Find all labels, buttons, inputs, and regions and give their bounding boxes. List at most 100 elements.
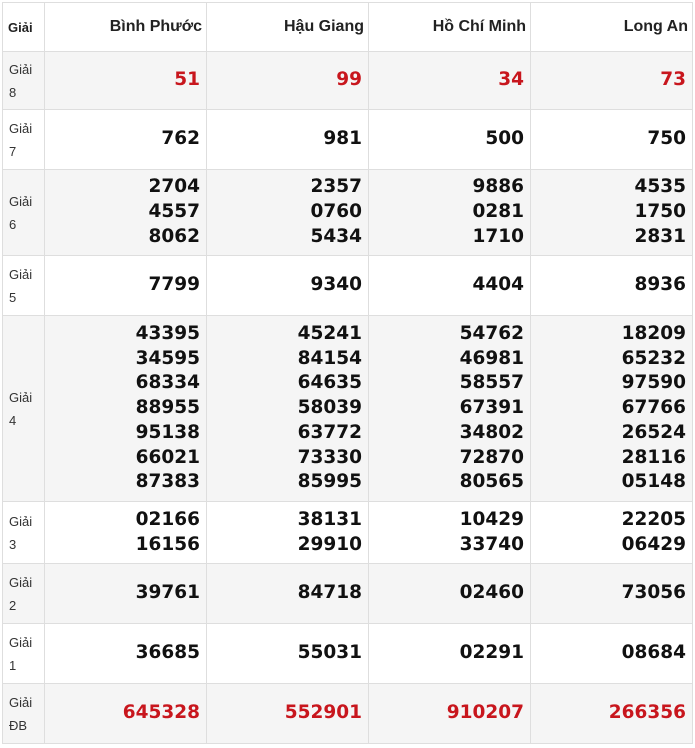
prize-label: Giải 7	[2, 109, 45, 170]
winning-number: 85995	[297, 471, 362, 493]
prize-label: Giải 2	[2, 563, 45, 624]
lottery-results-table: Giải Bình Phước Hậu Giang Hồ Chí Minh Lo…	[2, 2, 693, 744]
result-cell-binh-phuoc: 43395 34595 68334 88955 95138 66021 87383	[44, 315, 207, 502]
province-header-hau-giang[interactable]: Hậu Giang	[206, 2, 369, 52]
winning-number: 981	[323, 128, 362, 150]
winning-number: 63772	[297, 421, 362, 443]
result-cell-long-an: 22205 06429	[530, 501, 693, 564]
winning-number: 58557	[459, 372, 524, 394]
result-cell-ho-chi-minh: 4404	[368, 255, 531, 316]
prize-label-rank: 5	[9, 289, 17, 305]
winning-number: 8936	[634, 274, 687, 296]
winning-number: 16156	[135, 533, 200, 555]
prize-row-đb: Giải ĐB 645328 552901 910207 266356	[2, 683, 693, 744]
prize-label-text: Giải	[9, 389, 33, 405]
winning-number: 58039	[297, 397, 362, 419]
winning-number: 66021	[135, 446, 200, 468]
province-header-ho-chi-minh[interactable]: Hồ Chí Minh	[368, 2, 531, 52]
winning-number: 65232	[621, 347, 686, 369]
winning-number: 97590	[621, 372, 686, 394]
winning-number: 762	[161, 128, 200, 150]
winning-number: 80565	[459, 471, 524, 493]
prize-label-rank: 2	[9, 597, 17, 613]
result-cell-long-an: 8936	[530, 255, 693, 316]
winning-number: 73330	[297, 446, 362, 468]
result-cell-long-an: 750	[530, 109, 693, 170]
prize-row-8: Giải 8 51 99 34 73	[2, 51, 693, 110]
winning-number: 39761	[135, 582, 200, 604]
winning-number: 10429	[459, 508, 524, 530]
prize-row-3: Giải 3 02166 16156 38131 29910 10429 33740 22205…	[2, 501, 693, 564]
result-cell-ho-chi-minh: 910207	[368, 683, 531, 744]
winning-number: 84154	[297, 347, 362, 369]
winning-number: 26524	[621, 421, 686, 443]
winning-number: 4557	[148, 201, 201, 223]
result-cell-ho-chi-minh: 34	[368, 51, 531, 110]
prize-row-2: Giải 2 39761 84718 02460 73056	[2, 563, 693, 624]
winning-number: 68334	[135, 372, 200, 394]
winning-number: 84718	[297, 582, 362, 604]
result-cell-long-an: 08684	[530, 623, 693, 684]
winning-number: 02460	[459, 582, 524, 604]
result-cell-binh-phuoc: 762	[44, 109, 207, 170]
province-header-long-an[interactable]: Long An	[530, 2, 693, 52]
prize-label-text: Giải	[9, 513, 33, 529]
prize-label-text: Giải	[9, 120, 33, 136]
result-cell-ho-chi-minh: 9886 0281 1710	[368, 169, 531, 256]
winning-number: 266356	[608, 702, 686, 724]
prize-label: Giải 1	[2, 623, 45, 684]
winning-number: 46981	[459, 347, 524, 369]
winning-number: 02291	[459, 642, 524, 664]
winning-number: 67391	[459, 397, 524, 419]
prize-label: Giải 5	[2, 255, 45, 316]
winning-number: 552901	[284, 702, 362, 724]
winning-number: 34595	[135, 347, 200, 369]
province-header-binh-phuoc[interactable]: Bình Phước	[44, 2, 207, 52]
winning-number: 750	[647, 128, 686, 150]
winning-number: 34802	[459, 421, 524, 443]
prize-label-text: Giải	[9, 266, 33, 282]
winning-number: 18209	[621, 323, 686, 345]
winning-number: 22205	[621, 508, 686, 530]
winning-number: 8062	[148, 225, 201, 247]
winning-number: 4535	[634, 176, 687, 198]
header-row: Giải Bình Phước Hậu Giang Hồ Chí Minh Lo…	[2, 2, 693, 52]
result-cell-long-an: 73056	[530, 563, 693, 624]
winning-number: 73	[660, 69, 686, 91]
winning-number: 28116	[621, 446, 686, 468]
winning-number: 5434	[310, 225, 363, 247]
result-cell-ho-chi-minh: 02291	[368, 623, 531, 684]
prize-label-rank: 3	[9, 536, 17, 552]
result-cell-ho-chi-minh: 10429 33740	[368, 501, 531, 564]
result-cell-binh-phuoc: 645328	[44, 683, 207, 744]
result-cell-long-an: 266356	[530, 683, 693, 744]
winning-number: 02166	[135, 508, 200, 530]
winning-number: 64635	[297, 372, 362, 394]
result-cell-ho-chi-minh: 02460	[368, 563, 531, 624]
result-cell-binh-phuoc: 7799	[44, 255, 207, 316]
winning-number: 51	[174, 69, 200, 91]
prize-label: Giải 4	[2, 315, 45, 502]
result-cell-hau-giang: 2357 0760 5434	[206, 169, 369, 256]
winning-number: 1750	[634, 201, 687, 223]
result-cell-long-an: 73	[530, 51, 693, 110]
winning-number: 06429	[621, 533, 686, 555]
winning-number: 9340	[310, 274, 363, 296]
result-cell-binh-phuoc: 36685	[44, 623, 207, 684]
prize-row-1: Giải 1 36685 55031 02291 08684	[2, 623, 693, 684]
result-cell-binh-phuoc: 02166 16156	[44, 501, 207, 564]
winning-number: 29910	[297, 533, 362, 555]
result-cell-hau-giang: 55031	[206, 623, 369, 684]
winning-number: 2831	[634, 225, 687, 247]
prize-label: Giải ĐB	[2, 683, 45, 744]
winning-number: 67766	[621, 397, 686, 419]
winning-number: 54762	[459, 323, 524, 345]
winning-number: 0281	[472, 201, 525, 223]
result-cell-long-an: 18209 65232 97590 67766 26524 28116 05148	[530, 315, 693, 502]
result-cell-hau-giang: 9340	[206, 255, 369, 316]
winning-number: 45241	[297, 323, 362, 345]
winning-number: 4404	[472, 274, 525, 296]
result-cell-long-an: 4535 1750 2831	[530, 169, 693, 256]
winning-number: 1710	[472, 225, 525, 247]
winning-number: 88955	[135, 397, 200, 419]
